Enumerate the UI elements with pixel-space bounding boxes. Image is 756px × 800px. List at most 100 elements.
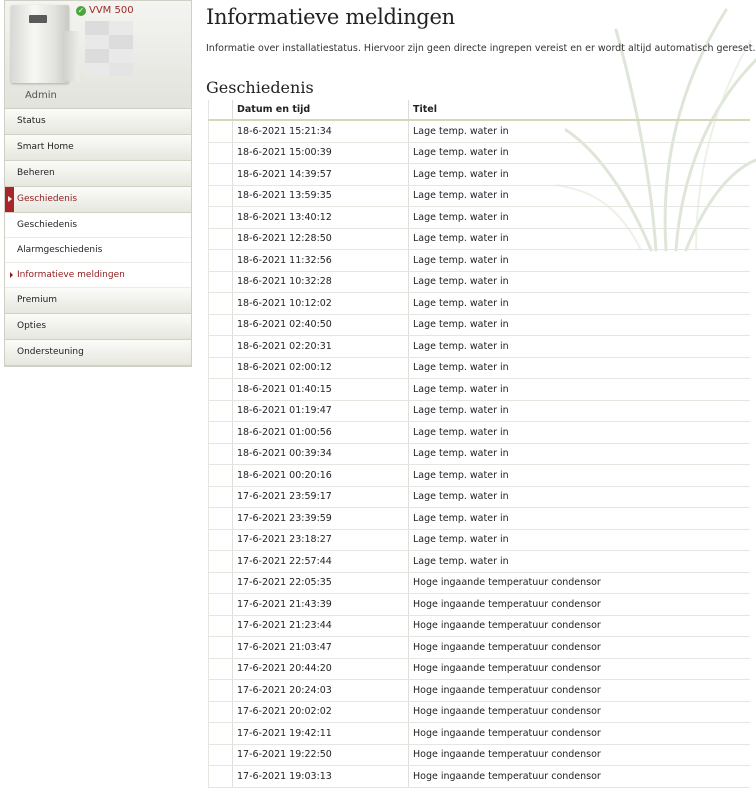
row-date-cell: 18-6-2021 02:40:50	[232, 314, 409, 336]
row-spacer-cell	[208, 163, 233, 186]
row-spacer-cell	[208, 529, 233, 551]
nav-item-label: Beheren	[17, 168, 55, 178]
row-title-cell: Lage temp. water in	[408, 206, 750, 229]
table-row: 18-6-2021 02:40:50 Lage temp. water in	[208, 314, 750, 336]
row-title-cell: Hoge ingaande temperatuur condensor	[408, 572, 750, 594]
row-spacer-cell	[208, 400, 233, 422]
row-title-cell: Lage temp. water in	[408, 464, 750, 487]
device-model: VVM 500	[89, 5, 134, 16]
table-row: 17-6-2021 23:59:17 Lage temp. water in	[208, 486, 750, 508]
column-header-title[interactable]: Titel	[408, 100, 750, 121]
column-header-date[interactable]: Datum en tijd	[232, 100, 409, 121]
row-date-cell: 17-6-2021 20:24:03	[232, 679, 409, 702]
heat-pump-image	[11, 5, 79, 83]
row-spacer-cell	[208, 765, 233, 788]
row-date-cell: 18-6-2021 02:20:31	[232, 335, 409, 358]
row-date-cell: 18-6-2021 01:19:47	[232, 400, 409, 422]
row-title-cell: Hoge ingaande temperatuur condensor	[408, 722, 750, 745]
row-title-cell: Lage temp. water in	[408, 486, 750, 508]
table-row: 18-6-2021 02:00:12 Lage temp. water in	[208, 357, 750, 379]
row-date-cell: 17-6-2021 19:22:50	[232, 744, 409, 766]
row-title-cell: Lage temp. water in	[408, 378, 750, 401]
row-spacer-cell	[208, 185, 233, 207]
table-row: 18-6-2021 15:21:34 Lage temp. water in	[208, 120, 750, 143]
device-status[interactable]: ✓ VVM 500	[76, 5, 134, 16]
row-title-cell: Lage temp. water in	[408, 400, 750, 422]
row-date-cell: 18-6-2021 10:32:28	[232, 271, 409, 293]
row-date-cell: 17-6-2021 19:03:13	[232, 765, 409, 788]
row-date-cell: 18-6-2021 01:40:15	[232, 378, 409, 401]
section-title: Geschiedenis	[206, 78, 314, 97]
row-spacer-cell	[208, 744, 233, 766]
table-row: 17-6-2021 22:57:44 Lage temp. water in	[208, 550, 750, 573]
row-title-cell: Lage temp. water in	[408, 335, 750, 358]
table-row: 18-6-2021 14:39:57 Lage temp. water in	[208, 163, 750, 186]
row-date-cell: 18-6-2021 10:12:02	[232, 292, 409, 315]
row-date-cell: 17-6-2021 19:42:11	[232, 722, 409, 745]
row-date-cell: 18-6-2021 15:00:39	[232, 142, 409, 164]
table-row: 18-6-2021 10:32:28 Lage temp. water in	[208, 271, 750, 293]
row-title-cell: Hoge ingaande temperatuur condensor	[408, 679, 750, 702]
row-title-cell: Lage temp. water in	[408, 292, 750, 315]
row-spacer-cell	[208, 507, 233, 530]
row-title-cell: Lage temp. water in	[408, 142, 750, 164]
nav-item-smart-home[interactable]: Smart Home	[5, 135, 191, 161]
row-spacer-cell	[208, 615, 233, 637]
row-date-cell: 17-6-2021 23:18:27	[232, 529, 409, 551]
user-label: Admin	[25, 90, 57, 101]
nav-item-label: Opties	[17, 321, 47, 331]
row-title-cell: Hoge ingaande temperatuur condensor	[408, 701, 750, 723]
active-marker-icon	[5, 187, 14, 212]
row-date-cell: 17-6-2021 22:05:35	[232, 572, 409, 594]
blurred-device-info	[85, 21, 133, 76]
page-title: Informatieve meldingen	[206, 5, 455, 29]
row-date-cell: 17-6-2021 21:43:39	[232, 593, 409, 616]
table-row: 18-6-2021 01:00:56 Lage temp. water in	[208, 421, 750, 444]
row-title-cell: Lage temp. water in	[408, 507, 750, 530]
table-row: 17-6-2021 22:05:35 Hoge ingaande temperat…	[208, 572, 750, 594]
row-date-cell: 18-6-2021 00:39:34	[232, 443, 409, 465]
row-spacer-cell	[208, 486, 233, 508]
page-description: Informatie over installatiestatus. Hierv…	[206, 43, 756, 54]
subnav-item-alarmgeschiedenis[interactable]: Alarmgeschiedenis	[5, 238, 191, 263]
row-spacer-cell	[208, 701, 233, 723]
nav-item-label: Geschiedenis	[17, 194, 78, 204]
row-spacer-cell	[208, 421, 233, 444]
row-spacer-cell	[208, 120, 233, 143]
table-row: 18-6-2021 01:40:15 Lage temp. water in	[208, 378, 750, 401]
row-spacer-cell	[208, 722, 233, 745]
nav-item-geschiedenis[interactable]: Geschiedenis	[5, 187, 191, 213]
device-panel: ✓ VVM 500 Admin	[5, 1, 191, 109]
table-row: 18-6-2021 02:20:31 Lage temp. water in	[208, 335, 750, 358]
nav-item-label: Smart Home	[17, 142, 74, 152]
row-date-cell: 17-6-2021 22:57:44	[232, 550, 409, 573]
nav-item-status[interactable]: Status	[5, 109, 191, 135]
nav-item-beheren[interactable]: Beheren	[5, 161, 191, 187]
row-date-cell: 18-6-2021 12:28:50	[232, 228, 409, 250]
row-date-cell: 18-6-2021 11:32:56	[232, 249, 409, 272]
row-date-cell: 18-6-2021 15:21:34	[232, 120, 409, 143]
row-date-cell: 17-6-2021 21:03:47	[232, 636, 409, 659]
main-content: Informatieve meldingen Informatie over i…	[206, 0, 756, 788]
sidebar: ✓ VVM 500 Admin Status Smart Home Behere…	[4, 0, 192, 367]
table-row: 18-6-2021 01:19:47 Lage temp. water in	[208, 400, 750, 422]
row-date-cell: 17-6-2021 21:23:44	[232, 615, 409, 637]
table-header-spacer	[208, 100, 233, 121]
row-spacer-cell	[208, 679, 233, 702]
nav-item-opties[interactable]: Opties	[5, 314, 191, 340]
row-spacer-cell	[208, 636, 233, 659]
subnav-item-geschiedenis[interactable]: Geschiedenis	[5, 213, 191, 238]
subnav-item-informatieve-meldingen[interactable]: Informatieve meldingen	[5, 263, 191, 288]
nav-item-label: Status	[17, 116, 46, 126]
table-row: 17-6-2021 20:44:20 Hoge ingaande temperat…	[208, 658, 750, 680]
row-spacer-cell	[208, 593, 233, 616]
row-spacer-cell	[208, 335, 233, 358]
row-title-cell: Lage temp. water in	[408, 357, 750, 379]
row-title-cell: Lage temp. water in	[408, 185, 750, 207]
table-row: 18-6-2021 10:12:02 Lage temp. water in	[208, 292, 750, 315]
subnav-item-label: Informatieve meldingen	[17, 270, 125, 280]
nav-item-ondersteuning[interactable]: Ondersteuning	[5, 340, 191, 366]
table-row: 18-6-2021 12:28:50 Lage temp. water in	[208, 228, 750, 250]
table-row: 17-6-2021 23:39:59 Lage temp. water in	[208, 507, 750, 530]
nav-item-premium[interactable]: Premium	[5, 288, 191, 314]
